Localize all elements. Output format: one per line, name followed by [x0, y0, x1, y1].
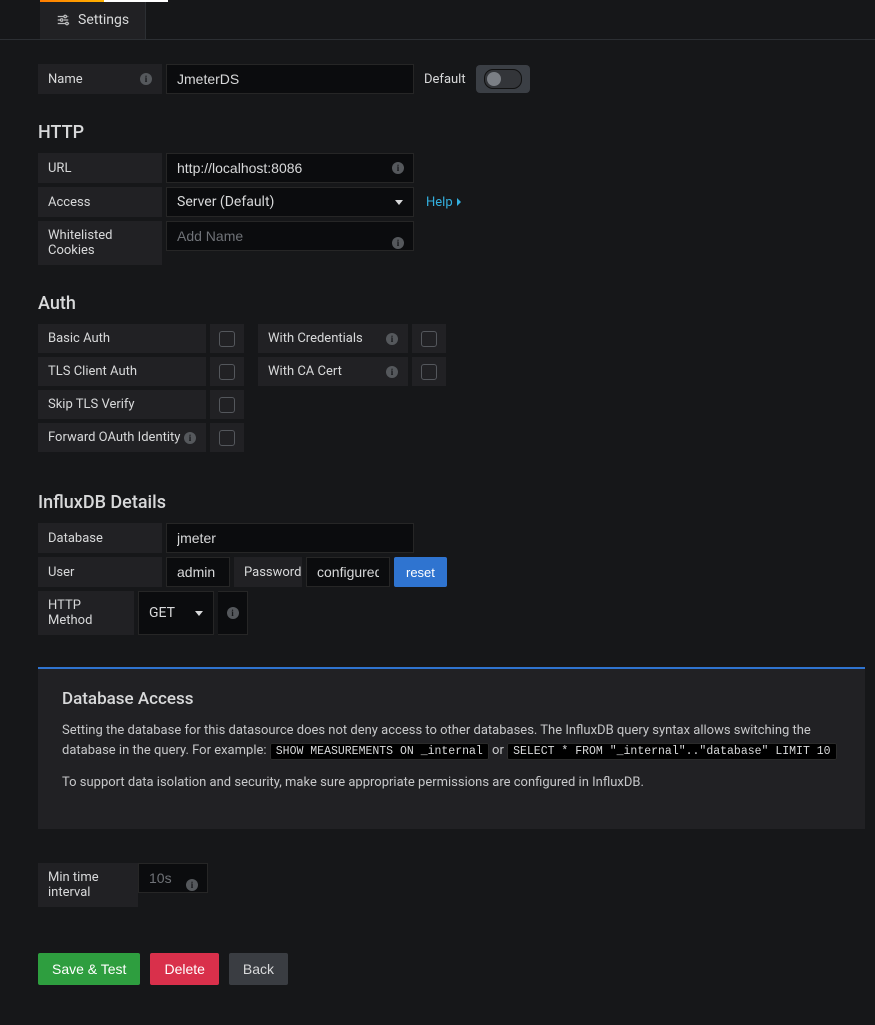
- skip-tls-label: Skip TLS Verify: [38, 390, 206, 419]
- tab-label: Settings: [78, 12, 129, 28]
- database-access-panel: Database Access Setting the database for…: [38, 667, 865, 829]
- http-method-label: HTTP Method: [38, 591, 134, 635]
- http-title: HTTP: [38, 122, 875, 143]
- access-select[interactable]: Server (Default): [166, 187, 414, 217]
- http-method-select[interactable]: GET: [138, 591, 214, 635]
- tab-bar: Settings: [0, 0, 875, 40]
- chevron-down-icon: [195, 611, 203, 616]
- code-sample-2: SELECT * FROM "_internal".."database" LI…: [507, 743, 836, 760]
- url-input[interactable]: [166, 153, 414, 183]
- credentials-label: With Credentials: [258, 324, 408, 353]
- min-interval-label: Min time interval: [38, 863, 138, 907]
- reset-button[interactable]: reset: [394, 557, 447, 587]
- info-icon[interactable]: [392, 237, 404, 249]
- tab-settings[interactable]: Settings: [40, 0, 146, 39]
- influx-title: InfluxDB Details: [38, 492, 875, 513]
- database-label: Database: [38, 523, 162, 553]
- password-label: Password: [234, 557, 302, 587]
- cookies-input[interactable]: [166, 221, 414, 251]
- user-label: User: [38, 557, 162, 587]
- tls-checkbox[interactable]: [219, 364, 235, 380]
- info-icon[interactable]: [227, 607, 239, 619]
- credentials-checkbox[interactable]: [421, 331, 437, 347]
- forward-oauth-checkbox[interactable]: [219, 430, 235, 446]
- forward-oauth-label: Forward OAuth Identity: [38, 423, 206, 452]
- min-interval-input[interactable]: [138, 863, 208, 893]
- delete-button[interactable]: Delete: [150, 953, 218, 985]
- default-toggle[interactable]: [484, 69, 522, 89]
- auth-title: Auth: [38, 293, 875, 314]
- panel-text-2: To support data isolation and security, …: [62, 773, 841, 793]
- chevron-right-icon: [457, 198, 461, 206]
- info-icon[interactable]: [184, 432, 196, 444]
- basic-auth-checkbox[interactable]: [219, 331, 235, 347]
- url-label: URL: [38, 153, 162, 183]
- basic-auth-label: Basic Auth: [38, 324, 206, 353]
- skip-tls-checkbox[interactable]: [219, 397, 235, 413]
- help-link[interactable]: Help: [418, 187, 469, 217]
- cacert-label: With CA Cert: [258, 357, 408, 386]
- cookies-label: Whitelisted Cookies: [38, 221, 162, 265]
- password-input[interactable]: [306, 557, 390, 587]
- cacert-checkbox[interactable]: [421, 364, 437, 380]
- info-icon[interactable]: [140, 73, 152, 85]
- database-input[interactable]: [166, 523, 414, 553]
- tls-label: TLS Client Auth: [38, 357, 206, 386]
- info-icon[interactable]: [386, 366, 398, 378]
- name-input[interactable]: [166, 64, 414, 94]
- user-input[interactable]: [166, 557, 230, 587]
- panel-text-1: Setting the database for this datasource…: [62, 721, 841, 761]
- info-icon[interactable]: [386, 333, 398, 345]
- code-sample-1: SHOW MEASUREMENTS ON _internal: [270, 743, 489, 760]
- sliders-icon: [56, 13, 70, 27]
- access-label: Access: [38, 187, 162, 217]
- panel-title: Database Access: [62, 689, 841, 709]
- back-button[interactable]: Back: [229, 953, 288, 985]
- save-test-button[interactable]: Save & Test: [38, 953, 140, 985]
- default-label: Default: [424, 72, 466, 87]
- chevron-down-icon: [395, 200, 403, 205]
- info-icon[interactable]: [392, 162, 404, 174]
- name-label: Name: [38, 64, 162, 94]
- info-icon[interactable]: [186, 879, 198, 891]
